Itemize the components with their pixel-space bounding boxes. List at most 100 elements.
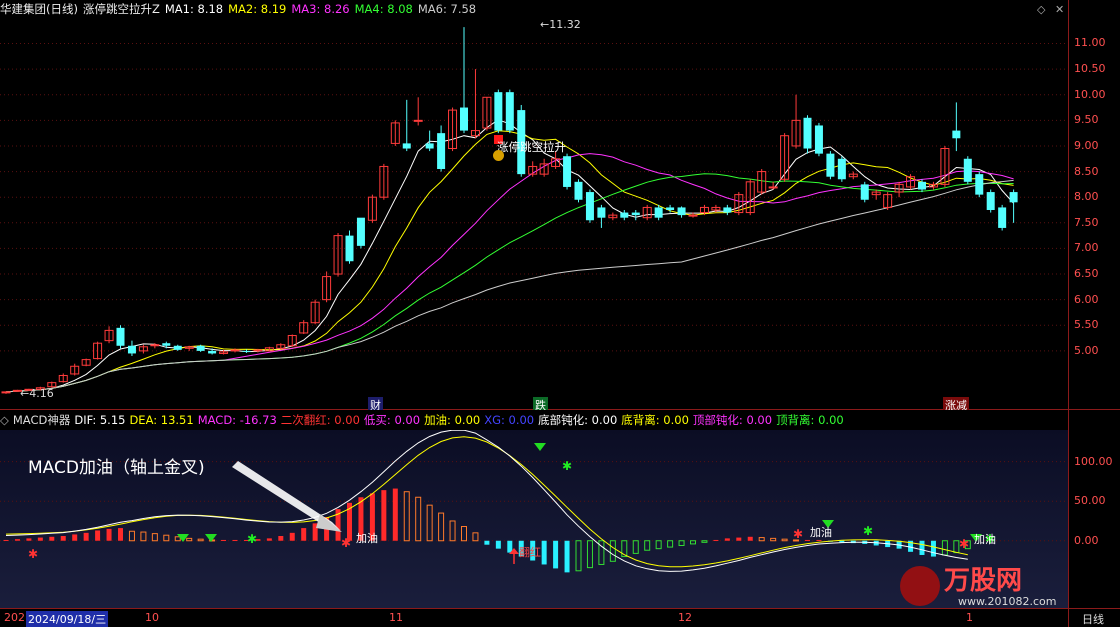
- diamond-icon[interactable]: ◇: [1037, 3, 1045, 16]
- macd-bar: [747, 536, 753, 541]
- candle-body-down: [952, 130, 961, 139]
- candle-body-down: [127, 345, 136, 354]
- candle-body-down: [563, 156, 572, 187]
- date-prefix: 202: [4, 611, 25, 624]
- high-value: 11.32: [549, 18, 581, 31]
- watermark-icon: [900, 566, 940, 606]
- macd-bar: [484, 540, 490, 545]
- macd-bar: [106, 528, 112, 541]
- macd-dimai: 低买: 0.00: [363, 412, 421, 427]
- price-tick-label: 6.00: [1074, 292, 1099, 306]
- signal-icon: [493, 150, 504, 161]
- date-dec: 12: [678, 611, 692, 624]
- macd-bar: [83, 532, 89, 541]
- candle-body-down: [574, 181, 583, 200]
- macd-bar: [232, 539, 238, 541]
- macd-macd: MACD: -16.73: [197, 412, 277, 427]
- candle-body-down: [860, 184, 869, 200]
- watermark-brand: 万股网: [944, 566, 1023, 596]
- axis-separator: [1068, 0, 1069, 627]
- candle-body-down: [173, 345, 182, 350]
- macd-bar: [221, 539, 227, 541]
- candle-body-down: [597, 207, 606, 218]
- candle-body-down: [631, 212, 640, 216]
- ma2-label: MA2: 8.19: [228, 1, 287, 16]
- macd-bar: [3, 539, 9, 541]
- candle-body-down: [425, 143, 434, 149]
- price-tick-label: 9.50: [1074, 113, 1099, 127]
- stock-name[interactable]: 华建集团(日线): [0, 1, 78, 17]
- star-icon: ✱: [562, 459, 572, 473]
- price-chart: [0, 27, 1068, 394]
- ma1-label: MA1: 8.18: [164, 1, 224, 16]
- macd-jiayou: 加油: 0.00: [424, 412, 481, 427]
- macd-bar: [266, 538, 272, 541]
- price-tick-label: 8.00: [1074, 190, 1099, 204]
- macd-bar: [930, 540, 936, 557]
- candle-body-down: [723, 207, 732, 213]
- star-icon: ✱: [247, 532, 257, 546]
- price-tick-label: 9.00: [1074, 138, 1099, 152]
- price-tick-label: 5.00: [1074, 343, 1099, 357]
- macd-bar: [381, 490, 387, 541]
- candle-body-down: [837, 158, 846, 180]
- candle-body-down: [986, 192, 995, 210]
- macd-dea: DEA: 13.51: [129, 412, 194, 427]
- macd-name[interactable]: MACD神器: [13, 412, 70, 428]
- candle-body-down: [208, 350, 217, 354]
- candle-body-down: [162, 343, 171, 346]
- candle-body-down: [345, 235, 354, 262]
- ma6-label: MA6: 7.58: [417, 1, 477, 16]
- macd-tick-label: 0.00: [1074, 533, 1099, 547]
- buy-star-icon: ✱: [341, 536, 351, 550]
- jiayou-label-1: 加油: [356, 532, 378, 545]
- macd-bar: [541, 540, 547, 565]
- macd-annotation: MACD加油（轴上金叉): [28, 458, 205, 478]
- macd-bar: [507, 540, 513, 553]
- date-jan: 1: [966, 611, 973, 624]
- candle-body-up: [688, 214, 698, 217]
- buy-star-icon: ✱: [793, 527, 803, 541]
- macd-bar: [26, 538, 32, 541]
- candle-body-down: [963, 158, 972, 182]
- macd-dif: DIF: 5.15: [74, 412, 126, 427]
- macd-dbl: 底背离: 0.00: [621, 412, 689, 427]
- candle-body-down: [654, 207, 663, 218]
- candle-body-down: [116, 327, 125, 346]
- candle-body-down: [803, 117, 812, 149]
- price-tick-label: 10.00: [1074, 87, 1106, 101]
- macd-bar: [495, 540, 501, 549]
- candle-body-down: [242, 350, 251, 352]
- star-icon: ✱: [863, 524, 873, 538]
- candle-body-down: [814, 125, 823, 154]
- macd-bar: [564, 540, 570, 573]
- date-nov: 11: [389, 611, 403, 624]
- candle-body-up: [1, 391, 11, 394]
- macd-bar: [805, 539, 810, 541]
- ma3-label: MA3: 8.26: [291, 1, 350, 16]
- formula-name[interactable]: 涨停跳空拉升Z: [83, 1, 160, 17]
- ma-line-MA1: [5, 119, 1014, 393]
- macd-bar: [118, 528, 123, 541]
- macd-bar: [72, 534, 78, 541]
- macd-bar: [49, 536, 55, 541]
- candle-body-down: [666, 207, 675, 210]
- candle-body-down: [975, 174, 984, 195]
- candle-body-down: [460, 107, 468, 131]
- candle-body-down: [505, 92, 514, 131]
- jiayou-label-2: 加油: [810, 526, 832, 539]
- candle-body-down: [585, 192, 594, 221]
- macd-bar: [289, 532, 295, 541]
- period-label[interactable]: 日线: [1082, 611, 1104, 627]
- macd-dbdh: 底部钝化: 0.00: [538, 412, 618, 427]
- macd-header: ◇ MACD神器 DIF: 5.15 DEA: 13.51 MACD: -16.…: [0, 410, 1068, 429]
- macd-bar: [14, 539, 20, 541]
- macd-bar: [736, 537, 742, 541]
- low-value: 4.16: [29, 387, 54, 400]
- date-current[interactable]: 2024/09/18/三: [26, 611, 109, 627]
- macd-tick-label: 100.00: [1074, 454, 1113, 468]
- close-icon[interactable]: ✕: [1055, 3, 1064, 16]
- candle-body-down: [998, 207, 1007, 228]
- macd-indicator-icon[interactable]: ◇: [0, 413, 9, 427]
- price-tick-label: 8.50: [1074, 164, 1099, 178]
